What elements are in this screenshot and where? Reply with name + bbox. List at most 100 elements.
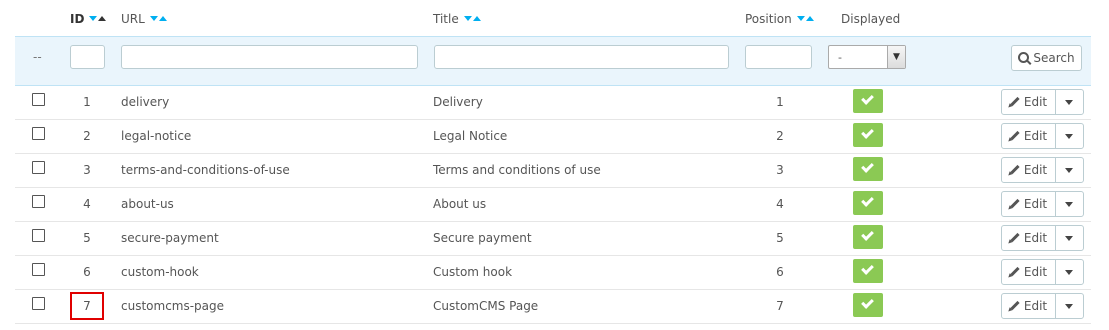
pencil-icon xyxy=(1010,266,1020,276)
displayed-toggle[interactable] xyxy=(853,191,883,215)
displayed-toggle[interactable] xyxy=(853,89,883,113)
filter-url-input[interactable] xyxy=(121,45,418,69)
column-header-id-label: ID xyxy=(70,12,85,26)
row-actions-dropdown-button[interactable] xyxy=(1056,226,1083,250)
row-id: 7 xyxy=(70,292,104,320)
row-checkbox[interactable] xyxy=(32,229,45,242)
caret-down-icon xyxy=(1065,168,1073,173)
row-checkbox[interactable] xyxy=(32,263,45,276)
row-checkbox[interactable] xyxy=(32,127,45,140)
table-row: 6 custom-hook Custom hook 6 Edit xyxy=(15,255,1091,290)
row-title: CustomCMS Page xyxy=(433,299,539,313)
displayed-toggle[interactable] xyxy=(853,157,883,181)
row-url: delivery xyxy=(121,95,170,109)
edit-button[interactable]: Edit xyxy=(1002,260,1056,284)
row-actions-dropdown-button[interactable] xyxy=(1056,124,1083,148)
column-header-title-label: Title xyxy=(433,12,459,26)
check-icon xyxy=(861,92,874,105)
check-icon xyxy=(861,160,874,173)
row-actions-dropdown-button[interactable] xyxy=(1056,90,1083,114)
filter-position-input[interactable] xyxy=(745,45,812,69)
filter-displayed-value: - xyxy=(838,51,842,64)
sort-asc-icon[interactable] xyxy=(805,15,814,21)
row-id: 5 xyxy=(83,231,91,245)
pencil-icon xyxy=(1010,164,1020,174)
check-icon xyxy=(861,296,874,309)
column-header-url: URL xyxy=(121,12,167,26)
edit-button-label: Edit xyxy=(1023,265,1048,279)
row-actions: Edit xyxy=(1001,191,1084,217)
column-header-url-label: URL xyxy=(121,12,145,26)
row-id: 2 xyxy=(83,129,91,143)
row-title: Custom hook xyxy=(433,265,513,279)
edit-button[interactable]: Edit xyxy=(1002,192,1056,216)
displayed-toggle[interactable] xyxy=(853,225,883,249)
displayed-toggle[interactable] xyxy=(853,123,883,147)
search-button[interactable]: Search xyxy=(1011,45,1082,71)
row-checkbox[interactable] xyxy=(32,93,45,106)
row-title: Secure payment xyxy=(433,231,532,245)
edit-button-label: Edit xyxy=(1023,197,1048,211)
row-actions: Edit xyxy=(1001,157,1084,183)
row-id: 6 xyxy=(83,265,91,279)
filter-row: -- - ▼ Search xyxy=(15,36,1091,86)
edit-button-label: Edit xyxy=(1023,163,1048,177)
caret-down-icon xyxy=(1065,134,1073,139)
search-icon xyxy=(1018,51,1030,63)
row-url: terms-and-conditions-of-use xyxy=(121,163,290,177)
pencil-icon xyxy=(1010,300,1020,310)
row-url: customcms-page xyxy=(121,299,225,313)
table-header: ID URL Title Position Displayed xyxy=(0,0,1109,36)
sort-desc-icon[interactable] xyxy=(796,16,805,21)
row-id: 1 xyxy=(83,95,91,109)
row-actions-dropdown-button[interactable] xyxy=(1056,158,1083,182)
bulk-placeholder: -- xyxy=(33,50,42,64)
row-position: 4 xyxy=(776,197,784,211)
edit-button[interactable]: Edit xyxy=(1002,90,1056,114)
displayed-toggle[interactable] xyxy=(853,293,883,317)
row-actions: Edit xyxy=(1001,89,1084,115)
row-actions-dropdown-button[interactable] xyxy=(1056,192,1083,216)
row-actions: Edit xyxy=(1001,293,1084,319)
sort-desc-icon[interactable] xyxy=(89,16,98,21)
row-title: About us xyxy=(433,197,487,211)
column-header-displayed: Displayed xyxy=(841,12,900,26)
filter-id-input[interactable] xyxy=(70,45,105,69)
sort-asc-icon[interactable] xyxy=(158,15,167,21)
table-row: 7 customcms-page CustomCMS Page 7 Edit xyxy=(15,289,1091,324)
check-icon xyxy=(861,194,874,207)
row-position: 5 xyxy=(776,231,784,245)
displayed-toggle[interactable] xyxy=(853,259,883,283)
row-actions: Edit xyxy=(1001,225,1084,251)
chevron-down-icon[interactable]: ▼ xyxy=(887,46,905,68)
row-checkbox[interactable] xyxy=(32,195,45,208)
row-title: Delivery xyxy=(433,95,483,109)
table-row: 4 about-us About us 4 Edit xyxy=(15,187,1091,222)
edit-button[interactable]: Edit xyxy=(1002,294,1056,318)
row-position: 1 xyxy=(776,95,784,109)
sort-asc-icon[interactable] xyxy=(98,15,107,21)
edit-button[interactable]: Edit xyxy=(1002,226,1056,250)
pencil-icon xyxy=(1010,198,1020,208)
pencil-icon xyxy=(1010,232,1020,242)
pencil-icon xyxy=(1010,130,1020,140)
filter-title-input[interactable] xyxy=(434,45,729,69)
row-checkbox[interactable] xyxy=(32,297,45,310)
row-position: 2 xyxy=(776,129,784,143)
filter-displayed-select[interactable]: - ▼ xyxy=(828,45,906,69)
sort-desc-icon[interactable] xyxy=(149,16,158,21)
row-url: legal-notice xyxy=(121,129,192,143)
caret-down-icon xyxy=(1065,304,1073,309)
row-checkbox[interactable] xyxy=(32,161,45,174)
sort-asc-icon[interactable] xyxy=(472,15,481,21)
column-header-position-label: Position xyxy=(745,12,792,26)
row-actions-dropdown-button[interactable] xyxy=(1056,260,1083,284)
edit-button[interactable]: Edit xyxy=(1002,158,1056,182)
column-header-displayed-label: Displayed xyxy=(841,12,901,26)
edit-button-label: Edit xyxy=(1023,95,1048,109)
sort-desc-icon[interactable] xyxy=(463,16,472,21)
edit-button[interactable]: Edit xyxy=(1002,124,1056,148)
row-actions: Edit xyxy=(1001,259,1084,285)
row-actions-dropdown-button[interactable] xyxy=(1056,294,1083,318)
row-title: Legal Notice xyxy=(433,129,508,143)
